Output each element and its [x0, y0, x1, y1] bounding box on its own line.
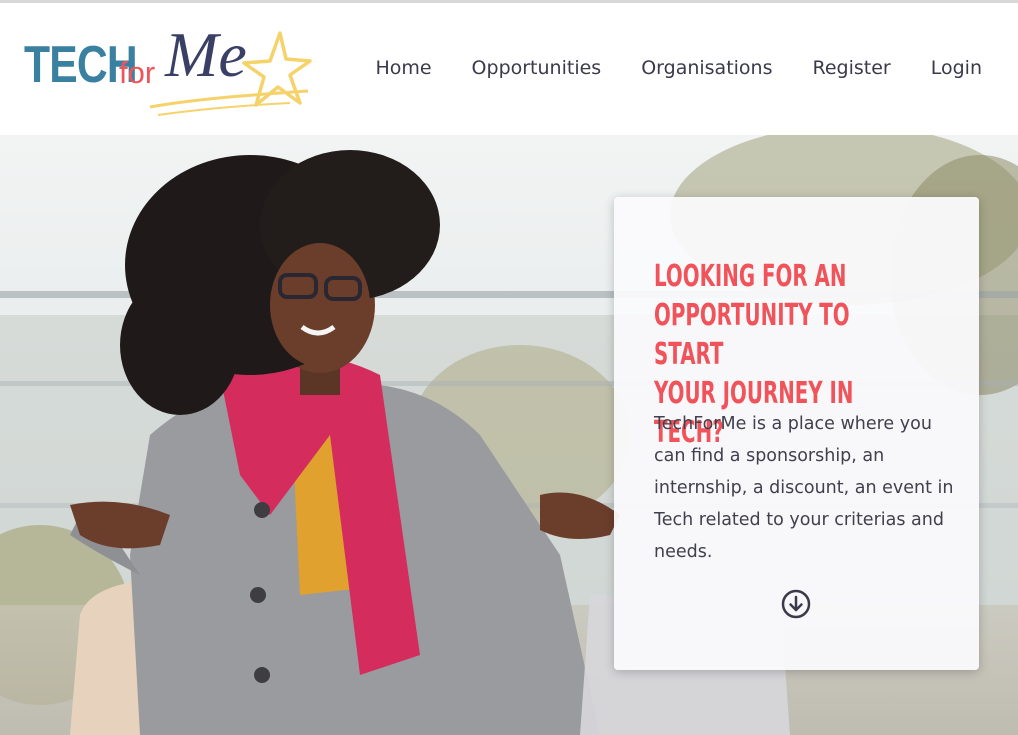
logo-me-text: Me: [165, 19, 247, 90]
hero-description: TechForMe is a place where you can find …: [654, 414, 954, 562]
nav-login-link[interactable]: Login: [931, 57, 982, 79]
site-header: TECH for Me Home Opportunities Organisat…: [0, 3, 1018, 135]
nav-organisations-link[interactable]: Organisations: [641, 57, 772, 79]
nav-opportunities-link[interactable]: Opportunities: [472, 57, 602, 79]
arrow-circle-down-icon[interactable]: [781, 589, 811, 619]
hero-section: Looking for an opportunity to start your…: [0, 135, 1018, 735]
hero-card: Looking for an opportunity to start your…: [614, 197, 979, 670]
nav-home-link[interactable]: Home: [375, 57, 431, 79]
main-nav: Home Opportunities Organisations Registe…: [375, 57, 982, 79]
techforme-logo[interactable]: TECH for Me: [22, 17, 312, 127]
logo-for-text: for: [119, 55, 156, 90]
nav-register-link[interactable]: Register: [813, 57, 891, 79]
